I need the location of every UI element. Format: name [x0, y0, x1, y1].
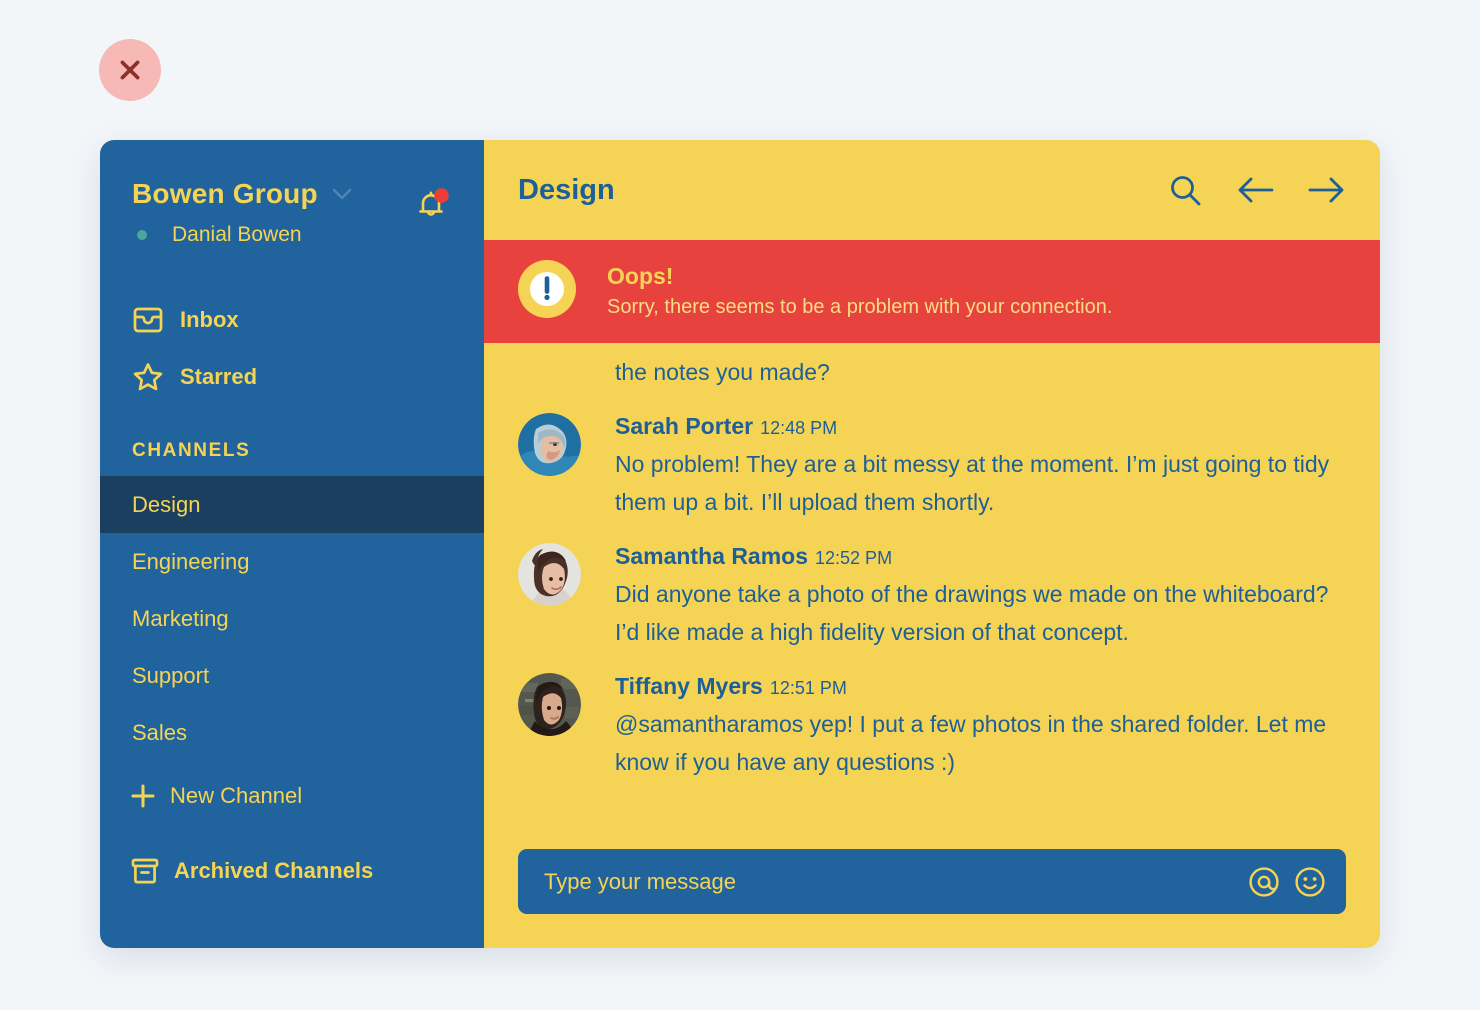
- sidebar-channel-engineering[interactable]: Engineering: [100, 533, 484, 590]
- banner-title: Oops!: [607, 263, 674, 290]
- sidebar-channel-design[interactable]: Design: [100, 476, 484, 533]
- message-body: Tiffany Myers 12:51 PM @samantharamos yep…: [615, 673, 1346, 781]
- message-timestamp: 12:48 PM: [760, 418, 838, 439]
- message-timestamp: 12:52 PM: [815, 548, 893, 569]
- page-title: Design: [518, 173, 615, 206]
- connection-error-banner: Oops! Sorry, there seems to be a problem…: [484, 240, 1380, 343]
- chat-app-window: Bowen Group Danial Bowen Inbox Starred C…: [100, 140, 1380, 948]
- inbox-icon: [132, 304, 166, 336]
- sidebar-item-label: Inbox: [180, 307, 239, 332]
- avatar-tiffany-myers[interactable]: [518, 673, 581, 737]
- forward-button[interactable]: [1308, 175, 1346, 205]
- message-timestamp: 12:51 PM: [769, 678, 847, 699]
- chevron-down-icon: [332, 188, 352, 199]
- channels-section-label: CHANNELS: [132, 440, 251, 461]
- notifications-button[interactable]: [413, 185, 451, 223]
- presence-indicator: [137, 230, 147, 240]
- sidebar-item-inbox[interactable]: Inbox: [100, 295, 484, 345]
- channel-label: Design: [132, 491, 201, 517]
- message-item: Sarah Porter 12:48 PM No problem! They ar…: [518, 413, 1346, 521]
- close-window-button[interactable]: [99, 39, 161, 101]
- message-meta: Tiffany Myers 12:51 PM: [615, 675, 1346, 698]
- sidebar-channel-sales[interactable]: Sales: [100, 704, 484, 761]
- channel-label: Support: [132, 662, 210, 688]
- message-meta: Samantha Ramos 12:52 PM: [615, 545, 1346, 568]
- main-panel: Design Oops! Sorry, there seems to be a …: [484, 140, 1380, 948]
- composer-icons: [1248, 866, 1326, 898]
- notification-badge: [434, 188, 449, 203]
- org-switcher[interactable]: Bowen Group: [132, 178, 452, 210]
- message-author: Sarah Porter: [615, 413, 754, 440]
- current-user: Danial Bowen: [132, 223, 452, 247]
- search-button[interactable]: [1168, 173, 1202, 207]
- truncated-message-line: the notes you made?: [615, 359, 830, 385]
- arrow-left-icon: [1238, 177, 1274, 203]
- message-meta: Sarah Porter 12:48 PM: [615, 415, 1346, 438]
- archived-channels-label: Archived Channels: [174, 857, 374, 883]
- message-author: Tiffany Myers: [615, 673, 763, 700]
- message-item: Samantha Ramos 12:52 PM Did anyone take a…: [518, 543, 1346, 651]
- plus-icon: [130, 783, 170, 809]
- message-body: Sarah Porter 12:48 PM No problem! They ar…: [615, 413, 1346, 521]
- emoji-button[interactable]: [1294, 866, 1326, 898]
- bell-icon: [419, 188, 449, 216]
- sidebar-item-starred[interactable]: Starred: [100, 352, 484, 402]
- composer-area: [484, 849, 1380, 948]
- new-channel-button[interactable]: New Channel: [100, 767, 484, 824]
- mention-button[interactable]: [1248, 866, 1280, 898]
- user-name: Danial Bowen: [172, 223, 302, 246]
- banner-message: Sorry, there seems to be a problem with …: [607, 295, 1113, 318]
- close-icon: [120, 60, 140, 80]
- message-composer[interactable]: [518, 849, 1346, 914]
- message-input[interactable]: [544, 868, 1248, 895]
- message-text: Did anyone take a photo of the drawings …: [615, 581, 1329, 645]
- avatar-sarah-porter[interactable]: [518, 413, 581, 477]
- sidebar: Bowen Group Danial Bowen Inbox Starred C…: [100, 140, 484, 948]
- channel-header: Design: [484, 140, 1380, 240]
- message-body: Samantha Ramos 12:52 PM Did anyone take a…: [615, 543, 1346, 651]
- exclamation-circle-icon: [518, 260, 576, 323]
- channel-label: Marketing: [132, 605, 229, 631]
- org-name: Bowen Group: [132, 178, 318, 209]
- banner-text: Oops! Sorry, there seems to be a problem…: [607, 264, 1112, 318]
- archive-box-icon: [130, 856, 174, 886]
- header-actions: [1168, 173, 1346, 207]
- message-text: @samantharamos yep! I put a few photos i…: [615, 711, 1327, 775]
- star-icon: [132, 361, 166, 393]
- emoji-icon: [1295, 866, 1325, 897]
- message-text: No problem! They are a bit messy at the …: [615, 451, 1330, 515]
- channel-label: Engineering: [132, 548, 250, 574]
- back-button[interactable]: [1236, 175, 1274, 205]
- arrow-right-icon: [1308, 177, 1344, 203]
- sidebar-channel-marketing[interactable]: Marketing: [100, 590, 484, 647]
- sidebar-channel-support[interactable]: Support: [100, 647, 484, 704]
- channel-label: Sales: [132, 719, 188, 745]
- archived-channels-button[interactable]: Archived Channels: [100, 842, 484, 899]
- message-list[interactable]: the notes you made? Sarah Porter 12:48 P…: [484, 343, 1380, 849]
- search-icon: [1171, 176, 1201, 206]
- new-channel-label: New Channel: [170, 782, 303, 808]
- message-item: Tiffany Myers 12:51 PM @samantharamos yep…: [518, 673, 1346, 781]
- message-author: Samantha Ramos: [615, 543, 809, 570]
- sidebar-item-label: Starred: [180, 364, 258, 389]
- mention-icon: [1249, 866, 1279, 897]
- avatar-samantha-ramos[interactable]: [518, 543, 581, 607]
